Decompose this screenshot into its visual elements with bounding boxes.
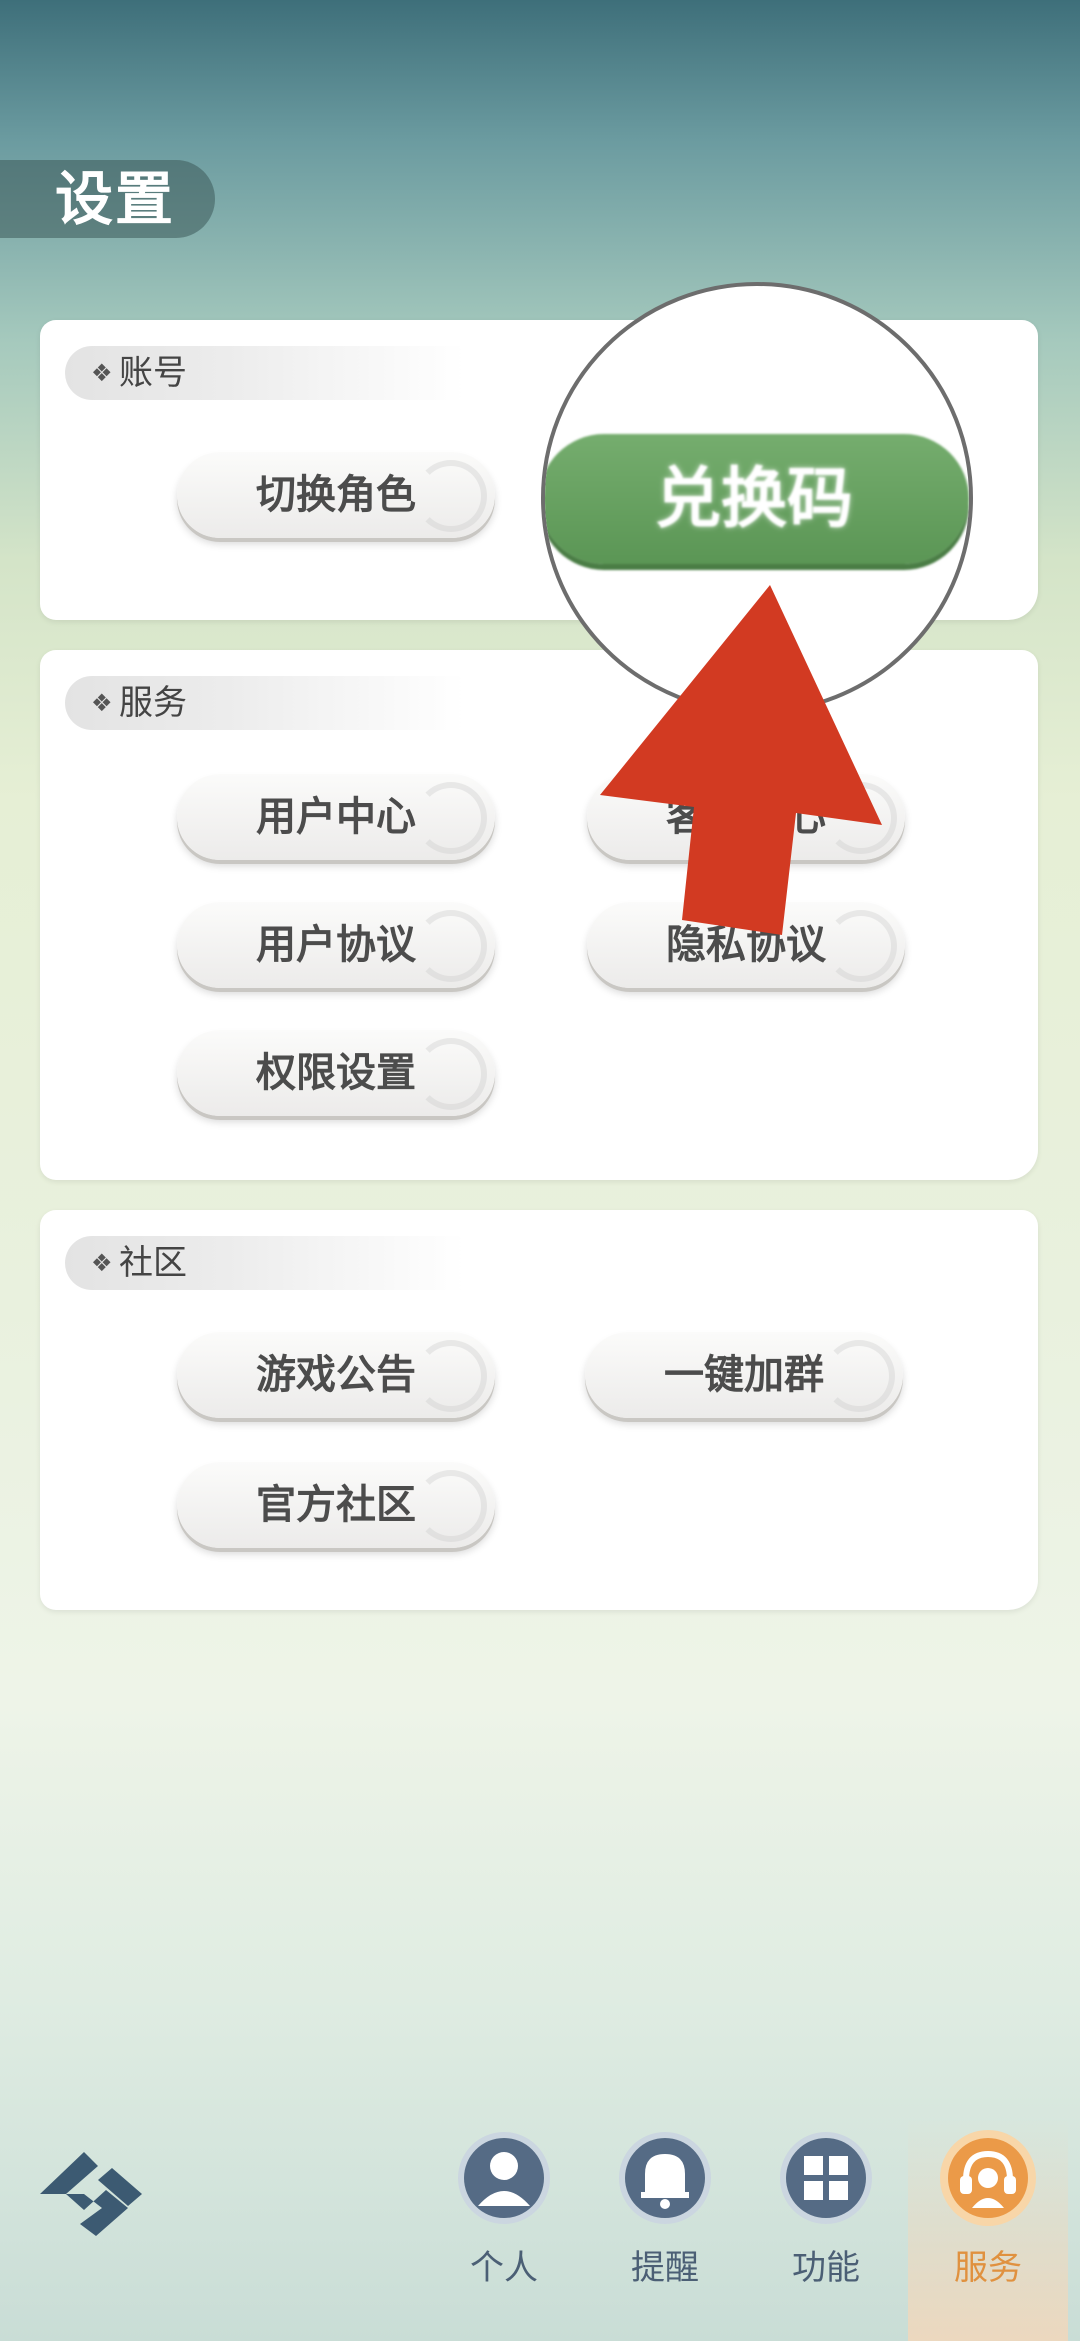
nav-label: 个人	[470, 2248, 538, 2288]
user-agreement-button[interactable]: 用户协议	[177, 902, 495, 988]
section-title: 服务	[119, 683, 187, 723]
cloud-swirl-icon	[823, 1340, 895, 1412]
page-title-tab: 设置	[0, 160, 215, 238]
headset-icon	[940, 2130, 1036, 2226]
official-community-button[interactable]: 官方社区	[177, 1462, 495, 1548]
nav-label: 提醒	[631, 2248, 699, 2288]
bell-icon	[619, 2132, 711, 2224]
diamond-bullet-icon: ❖	[91, 1249, 113, 1277]
redeem-code-button[interactable]: 兑换码	[545, 434, 969, 564]
join-group-button[interactable]: 一键加群	[585, 1332, 903, 1418]
community-section: ❖ 社区 游戏公告 一键加群 官方社区	[40, 1210, 1038, 1610]
diamond-bullet-icon: ❖	[91, 359, 113, 387]
service-section: ❖ 服务 用户中心 客服中心 用户协议 隐私协议 权限设置	[40, 650, 1038, 1180]
cloud-swirl-icon	[415, 910, 487, 982]
game-logo-icon	[40, 2152, 142, 2236]
nav-service[interactable]: 服务	[908, 2118, 1068, 2341]
user-center-button[interactable]: 用户中心	[177, 774, 495, 860]
cloud-swirl-icon	[415, 1470, 487, 1542]
cloud-swirl-icon	[415, 460, 487, 532]
community-section-header: ❖ 社区	[65, 1236, 465, 1290]
nav-label: 功能	[792, 2248, 860, 2288]
nav-reminder[interactable]: 提醒	[585, 2118, 745, 2341]
section-title: 社区	[119, 1243, 187, 1283]
service-section-header: ❖ 服务	[65, 676, 465, 730]
section-title: 账号	[119, 353, 187, 393]
nav-features[interactable]: 功能	[746, 2118, 906, 2341]
nav-label: 服务	[954, 2248, 1022, 2288]
page-title: 设置	[55, 165, 176, 233]
red-arrow-icon	[600, 585, 882, 935]
permission-settings-button[interactable]: 权限设置	[177, 1030, 495, 1116]
nav-personal[interactable]: 个人	[424, 2118, 584, 2341]
game-announcement-button[interactable]: 游戏公告	[177, 1332, 495, 1418]
cloud-swirl-icon	[415, 1340, 487, 1412]
diamond-bullet-icon: ❖	[91, 689, 113, 717]
account-section-header: ❖ 账号	[65, 346, 465, 400]
cloud-swirl-icon	[415, 782, 487, 854]
switch-role-button[interactable]: 切换角色	[177, 452, 495, 538]
person-icon	[458, 2132, 550, 2224]
grid-icon	[780, 2132, 872, 2224]
cloud-swirl-icon	[415, 1038, 487, 1110]
